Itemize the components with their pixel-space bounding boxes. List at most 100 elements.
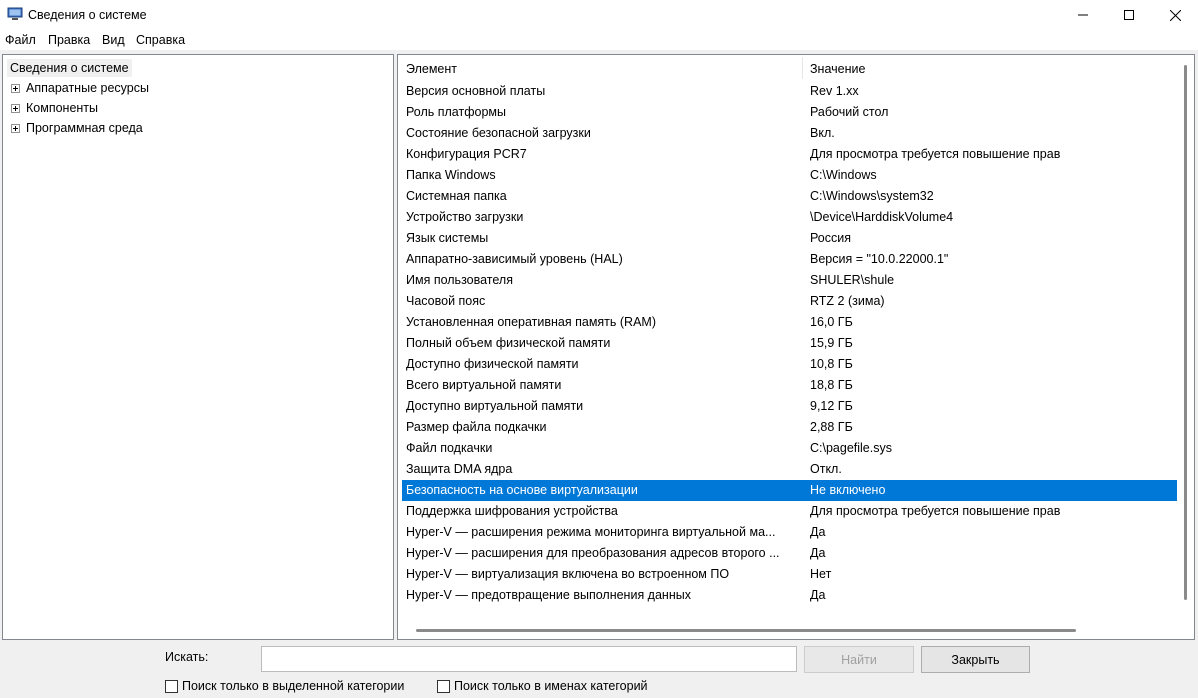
expand-icon[interactable]	[11, 103, 20, 113]
list-rows: Версия основной платы Rev 1.xx Роль платфо…	[402, 81, 1178, 606]
checkbox-category-names[interactable]: Поиск только в именах категорий	[437, 679, 648, 693]
horizontal-scroll-thumb[interactable]	[416, 629, 1076, 632]
maximize-button[interactable]	[1106, 0, 1152, 30]
horizontal-scrollbar[interactable]	[398, 622, 1178, 639]
close-button[interactable]: Закрыть	[921, 646, 1030, 673]
row-item-name: Доступно физической памяти	[406, 357, 579, 371]
table-row[interactable]: Доступно виртуальной памяти 9,12 ГБ	[402, 396, 1178, 417]
row-item-value: 15,9 ГБ	[810, 336, 853, 350]
column-header-item[interactable]: Элемент	[406, 62, 457, 76]
row-item-name: Состояние безопасной загрузки	[406, 126, 591, 140]
row-item-name: Защита DMA ядра	[406, 462, 513, 476]
row-item-value: SHULER\shule	[810, 273, 895, 287]
search-input[interactable]	[261, 646, 797, 672]
row-item-value: Да	[810, 546, 826, 560]
system-info-app-icon	[7, 7, 23, 20]
checkbox-label: Поиск только в выделенной категории	[182, 679, 405, 693]
tree-item-system-summary[interactable]: Сведения о системе	[7, 59, 132, 77]
minimize-icon	[1078, 14, 1088, 16]
maximize-icon	[1124, 10, 1134, 20]
row-item-name: Всего виртуальной памяти	[406, 378, 562, 392]
checkbox-label: Поиск только в именах категорий	[454, 679, 648, 693]
menu-bar: Файл Правка Вид Справка	[0, 30, 1198, 50]
row-item-name: Hyper-V — предотвращение выполнения данн…	[406, 588, 691, 602]
checkbox-box[interactable]	[165, 679, 178, 693]
column-header-value[interactable]: Значение	[810, 62, 865, 76]
table-row[interactable]: Конфигурация PCR7 Для просмотра требуется…	[402, 144, 1178, 165]
table-row[interactable]: Роль платформы Рабочий стол	[402, 102, 1178, 123]
table-row[interactable]: Hyper-V — виртуализация включена во встр…	[402, 564, 1178, 585]
table-row[interactable]: Аппаратно-зависимый уровень (HAL) Версия …	[402, 249, 1178, 270]
table-row[interactable]: Системная папка C:\Windows\system32	[402, 186, 1178, 207]
row-item-name: Hyper-V — виртуализация включена во встр…	[406, 567, 730, 581]
close-window-button[interactable]	[1152, 0, 1198, 30]
table-row[interactable]: Размер файла подкачки 2,88 ГБ	[402, 417, 1178, 438]
table-row[interactable]: Установленная оперативная память (RAM) 16…	[402, 312, 1178, 333]
row-item-value: Да	[810, 588, 826, 602]
table-row[interactable]: Версия основной платы Rev 1.xx	[402, 81, 1178, 102]
search-label: Искать:	[165, 650, 209, 664]
row-item-name: Установленная оперативная память (RAM)	[406, 315, 656, 329]
table-row[interactable]: Безопасность на основе виртуализации Не в…	[402, 480, 1178, 501]
tree-item-software-environment[interactable]: Программная среда	[11, 119, 143, 137]
row-item-name: Hyper-V — расширения режима мониторинга …	[406, 525, 776, 539]
table-row[interactable]: Поддержка шифрования устройства Для просм…	[402, 501, 1178, 522]
title-bar: Сведения о системе	[0, 0, 1198, 30]
tree-item-hardware-resources[interactable]: Аппаратные ресурсы	[11, 79, 149, 97]
category-tree: Сведения о системе Аппаратные ресурсы Ко…	[2, 54, 394, 640]
row-item-value: Не включено	[810, 483, 886, 497]
row-item-name: Поддержка шифрования устройства	[406, 504, 618, 518]
column-divider[interactable]	[802, 57, 803, 79]
checkbox-selected-category[interactable]: Поиск только в выделенной категории	[165, 679, 404, 693]
row-item-value: 2,88 ГБ	[810, 420, 853, 434]
details-list: Элемент Значение Версия основной платы Re…	[397, 54, 1195, 640]
table-row[interactable]: Hyper-V — расширения для преобразования …	[402, 543, 1178, 564]
table-row[interactable]: Доступно физической памяти 10,8 ГБ	[402, 354, 1178, 375]
row-item-value: Версия = "10.0.22000.1"	[810, 252, 949, 266]
table-row[interactable]: Язык системы Россия	[402, 228, 1178, 249]
checkbox-box[interactable]	[437, 679, 450, 693]
tree-item-components[interactable]: Компоненты	[11, 99, 98, 117]
row-item-value: Для просмотра требуется повышение прав	[810, 147, 1061, 161]
menu-help[interactable]: Справка	[136, 33, 185, 47]
row-item-value: Рабочий стол	[810, 105, 889, 119]
vertical-scroll-thumb[interactable]	[1184, 65, 1187, 600]
table-row[interactable]: Полный объем физической памяти 15,9 ГБ	[402, 333, 1178, 354]
table-row[interactable]: Часовой пояс RTZ 2 (зима)	[402, 291, 1178, 312]
row-item-name: Язык системы	[406, 231, 489, 245]
table-row[interactable]: Файл подкачки C:\pagefile.sys	[402, 438, 1178, 459]
table-row[interactable]: Устройство загрузки \Device\HarddiskVolum…	[402, 207, 1178, 228]
row-item-name: Конфигурация PCR7	[406, 147, 527, 161]
row-item-value: Вкл.	[810, 126, 835, 140]
row-item-name: Роль платформы	[406, 105, 506, 119]
vertical-scrollbar[interactable]	[1177, 55, 1194, 639]
row-item-name: Устройство загрузки	[406, 210, 524, 224]
minimize-button[interactable]	[1060, 0, 1106, 30]
row-item-name: Часовой пояс	[406, 294, 486, 308]
table-row[interactable]: Всего виртуальной памяти 18,8 ГБ	[402, 375, 1178, 396]
tree-item-label: Аппаратные ресурсы	[26, 81, 149, 95]
table-row[interactable]: Состояние безопасной загрузки Вкл.	[402, 123, 1178, 144]
table-row[interactable]: Hyper-V — предотвращение выполнения данн…	[402, 585, 1178, 606]
row-item-value: Россия	[810, 231, 851, 245]
row-item-name: Аппаратно-зависимый уровень (HAL)	[406, 252, 623, 266]
expand-icon[interactable]	[11, 83, 20, 93]
row-item-name: Версия основной платы	[406, 84, 546, 98]
menu-view[interactable]: Вид	[102, 33, 125, 47]
row-item-value: \Device\HarddiskVolume4	[810, 210, 954, 224]
row-item-value: Откл.	[810, 462, 842, 476]
expand-icon[interactable]	[11, 123, 20, 133]
row-item-value: Для просмотра требуется повышение прав	[810, 504, 1061, 518]
row-item-name: Безопасность на основе виртуализации	[406, 483, 638, 497]
row-item-value: 10,8 ГБ	[810, 357, 853, 371]
table-row[interactable]: Имя пользователя SHULER\shule	[402, 270, 1178, 291]
row-item-name: Доступно виртуальной памяти	[406, 399, 584, 413]
table-row[interactable]: Hyper-V — расширения режима мониторинга …	[402, 522, 1178, 543]
find-button[interactable]: Найти	[804, 646, 914, 673]
menu-file[interactable]: Файл	[5, 33, 36, 47]
table-row[interactable]: Папка Windows C:\Windows	[402, 165, 1178, 186]
row-item-name: Системная папка	[406, 189, 507, 203]
row-item-value: 16,0 ГБ	[810, 315, 853, 329]
menu-edit[interactable]: Правка	[48, 33, 90, 47]
table-row[interactable]: Защита DMA ядра Откл.	[402, 459, 1178, 480]
